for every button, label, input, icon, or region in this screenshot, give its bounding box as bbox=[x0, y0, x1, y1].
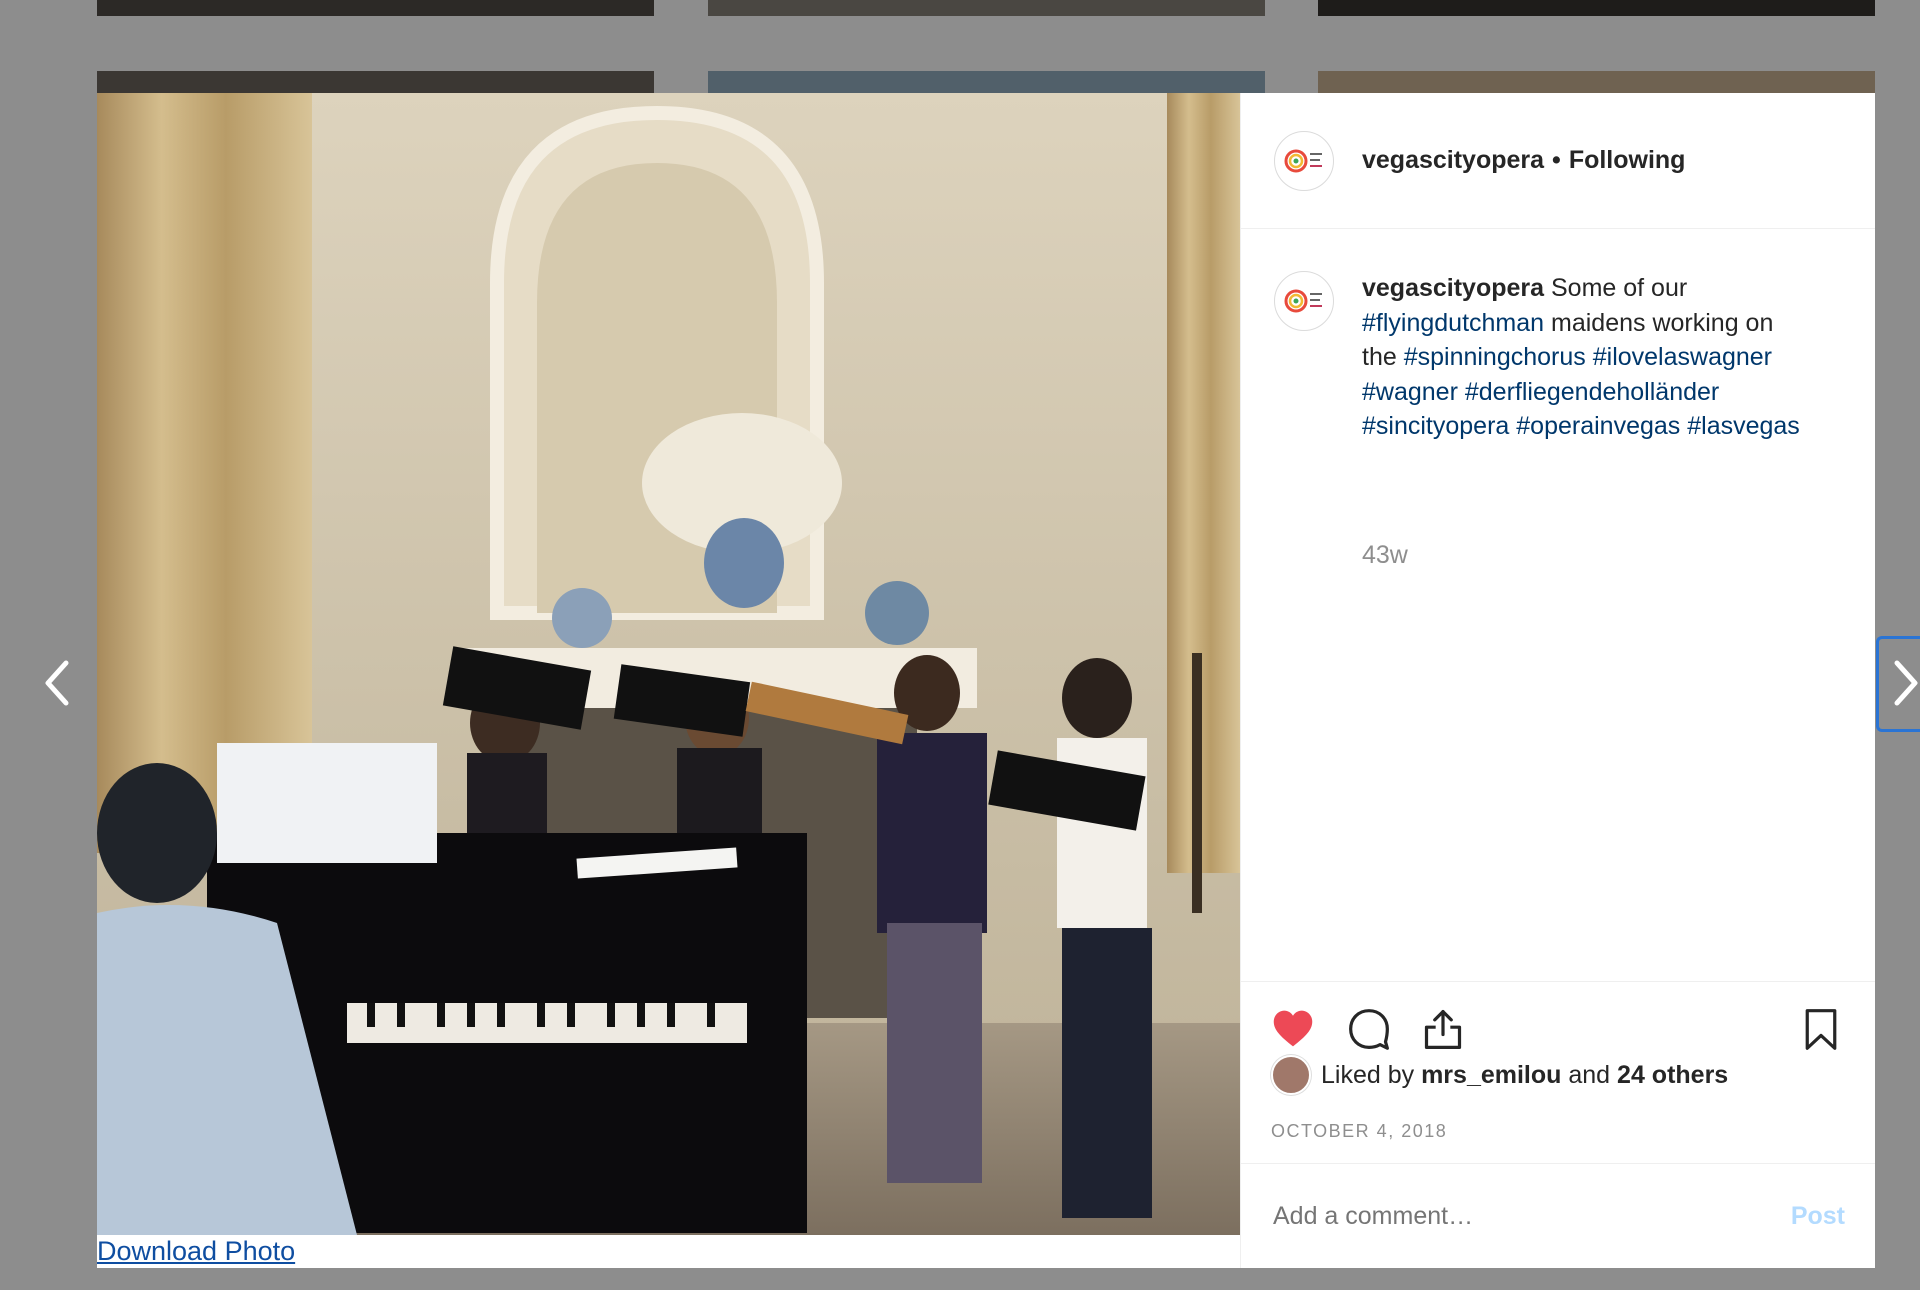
speech-bubble-icon bbox=[1349, 1009, 1389, 1050]
caption-avatar[interactable] bbox=[1274, 271, 1334, 331]
hashtag-link[interactable]: #operainvegas bbox=[1516, 412, 1680, 440]
liked-by-prefix: Liked by bbox=[1321, 1060, 1415, 1089]
grid-thumbnail[interactable] bbox=[708, 0, 1265, 16]
chevron-left-icon bbox=[45, 660, 69, 706]
grid-thumbnail[interactable] bbox=[97, 0, 654, 16]
post-caption: vegascityopera Some of our #flyingdutchm… bbox=[1274, 271, 1844, 444]
caption-text-segment: Some of our bbox=[1544, 274, 1688, 302]
caption-text-segment bbox=[1586, 343, 1593, 371]
comment-input[interactable] bbox=[1271, 1200, 1791, 1232]
profile-avatar[interactable] bbox=[1274, 130, 1334, 191]
share-button[interactable] bbox=[1421, 1007, 1465, 1051]
opera-logo-icon bbox=[1284, 289, 1322, 313]
caption-text: vegascityopera Some of our #flyingdutchm… bbox=[1362, 271, 1802, 444]
caption-text-segment bbox=[1458, 378, 1465, 406]
rehearsal-photo bbox=[97, 93, 1240, 1235]
liked-by-and: and bbox=[1568, 1060, 1611, 1089]
grid-thumbnail[interactable] bbox=[708, 71, 1265, 93]
share-upload-icon bbox=[1424, 1009, 1462, 1049]
post-comment-button[interactable]: Post bbox=[1791, 1202, 1845, 1231]
following-button[interactable]: Following bbox=[1569, 146, 1686, 174]
hashtag-link[interactable]: #derfliegendeholländer bbox=[1465, 378, 1719, 406]
post-time-ago[interactable]: 43w bbox=[1362, 541, 1408, 570]
liked-by-user[interactable]: mrs_emilou bbox=[1421, 1061, 1561, 1090]
save-button[interactable] bbox=[1799, 1007, 1843, 1051]
liker-avatar[interactable] bbox=[1271, 1055, 1311, 1095]
hashtag-link[interactable]: #ilovelaswagner bbox=[1593, 343, 1772, 371]
hashtag-link[interactable]: #lasvegas bbox=[1687, 412, 1800, 440]
post-modal: vegascityopera • Following vegascityopera … bbox=[97, 93, 1875, 1268]
next-post-button[interactable] bbox=[1885, 648, 1920, 718]
post-header: vegascityopera • Following bbox=[1241, 93, 1875, 229]
liked-by-others[interactable]: 24 others bbox=[1617, 1061, 1728, 1090]
like-button[interactable] bbox=[1271, 1007, 1315, 1051]
hashtag-link[interactable]: #spinningchorus bbox=[1404, 343, 1586, 371]
hashtag-link[interactable]: #sincityopera bbox=[1362, 412, 1509, 440]
previous-post-button[interactable] bbox=[38, 648, 78, 718]
header-username[interactable]: vegascityopera bbox=[1362, 146, 1544, 174]
hashtag-link[interactable]: #flyingdutchman bbox=[1362, 309, 1544, 337]
bookmark-icon bbox=[1805, 1009, 1837, 1050]
grid-thumbnail[interactable] bbox=[1318, 71, 1875, 93]
caption-username[interactable]: vegascityopera bbox=[1362, 274, 1544, 302]
header-separator: • bbox=[1552, 146, 1561, 174]
grid-thumbnail[interactable] bbox=[1318, 0, 1875, 16]
opera-logo-icon bbox=[1284, 149, 1322, 172]
comment-button[interactable] bbox=[1347, 1007, 1391, 1051]
post-sidebar: vegascityopera • Following vegascityopera … bbox=[1240, 93, 1875, 1268]
post-photo[interactable] bbox=[97, 93, 1240, 1235]
grid-thumbnail[interactable] bbox=[97, 71, 654, 93]
comment-bar: Post bbox=[1241, 1163, 1875, 1268]
heart-filled-icon bbox=[1273, 1010, 1313, 1047]
likes-summary: Liked by mrs_emilou and 24 others bbox=[1271, 1055, 1728, 1095]
post-date: OCTOBER 4, 2018 bbox=[1271, 1121, 1448, 1141]
hashtag-link[interactable]: #wagner bbox=[1362, 378, 1458, 406]
download-photo-link[interactable]: Download Photo bbox=[97, 1235, 296, 1268]
chevron-right-icon bbox=[1894, 660, 1918, 706]
